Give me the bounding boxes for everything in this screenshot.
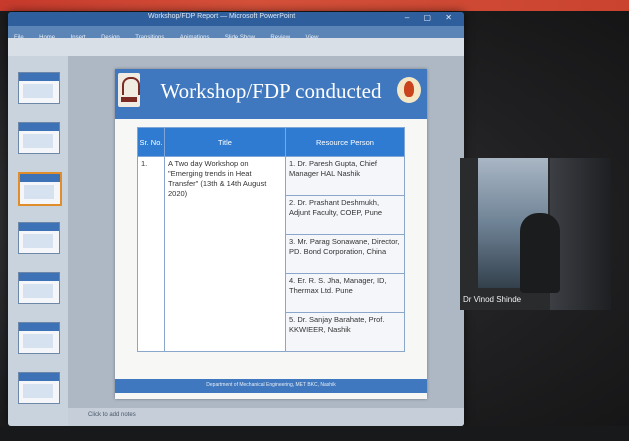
slide-title: Workshop/FDP conducted bbox=[160, 79, 382, 103]
cell-title: A Two day Workshop on "Emerging trends i… bbox=[164, 156, 286, 352]
slide-footer-band: Department of Mechanical Engineering, ME… bbox=[115, 379, 427, 393]
participant-video-tile[interactable]: Dr Vinod Shinde bbox=[460, 158, 611, 310]
notes-placeholder: Click to add notes bbox=[88, 412, 136, 418]
cell-resource-person: 2. Dr. Prashant Deshmukh, Adjunt Faculty… bbox=[285, 195, 405, 235]
slide-thumbnail[interactable] bbox=[18, 72, 60, 104]
slide-thumbnail-selected[interactable] bbox=[18, 172, 62, 206]
current-slide[interactable]: Workshop/FDP conducted Sr. No. Title Res… bbox=[115, 69, 427, 399]
header-title: Title bbox=[164, 127, 286, 157]
slide-thumbnail[interactable] bbox=[18, 322, 60, 354]
monitor-screen: Workshop/FDP Report — Microsoft PowerPoi… bbox=[8, 12, 464, 426]
cell-resource-person: 4. Er. R. S. Jha, Manager, ID, Thermax L… bbox=[285, 273, 405, 313]
cell-resource-person: 5. Dr. Sanjay Barahate, Prof. KKWIEER, N… bbox=[285, 312, 405, 352]
slide-footer-text: Department of Mechanical Engineering, ME… bbox=[206, 382, 336, 388]
slide-thumbnail[interactable] bbox=[18, 372, 60, 404]
header-sr-no: Sr. No. bbox=[137, 127, 165, 157]
cell-resource-person: 1. Dr. Paresh Gupta, Chief Manager HAL N… bbox=[285, 156, 405, 196]
slide-editing-area: Workshop/FDP conducted Sr. No. Title Res… bbox=[68, 56, 464, 426]
cell-resource-person: 3. Mr. Parag Sonawane, Director, PD. Bon… bbox=[285, 234, 405, 274]
emblem-logo-icon bbox=[397, 77, 421, 103]
ribbon-tabs: File Home Insert Design Transitions Anim… bbox=[8, 26, 464, 41]
participant-name: Dr Vinod Shinde bbox=[463, 295, 522, 304]
cell-sr-no: 1. bbox=[137, 156, 165, 352]
bottom-edge bbox=[0, 426, 629, 441]
slide-thumbnail-pane bbox=[8, 56, 68, 426]
slide-header-band: Workshop/FDP conducted bbox=[115, 69, 427, 119]
top-banner-strip bbox=[0, 0, 629, 11]
participant-silhouette bbox=[520, 213, 560, 293]
window-controls[interactable]: – ▢ ✕ bbox=[405, 13, 458, 22]
workshop-table: Sr. No. Title Resource Person 1. A Two d… bbox=[137, 127, 405, 352]
slide-thumbnail[interactable] bbox=[18, 222, 60, 254]
slide-thumbnail[interactable] bbox=[18, 272, 60, 304]
ribbon-toolbar[interactable] bbox=[8, 38, 464, 56]
notes-bar[interactable]: Click to add notes bbox=[68, 408, 464, 426]
window-title: Workshop/FDP Report — Microsoft PowerPoi… bbox=[148, 13, 296, 20]
header-resource-person: Resource Person bbox=[285, 127, 405, 157]
slide-thumbnail[interactable] bbox=[18, 122, 60, 154]
title-bar: Workshop/FDP Report — Microsoft PowerPoi… bbox=[8, 12, 464, 26]
